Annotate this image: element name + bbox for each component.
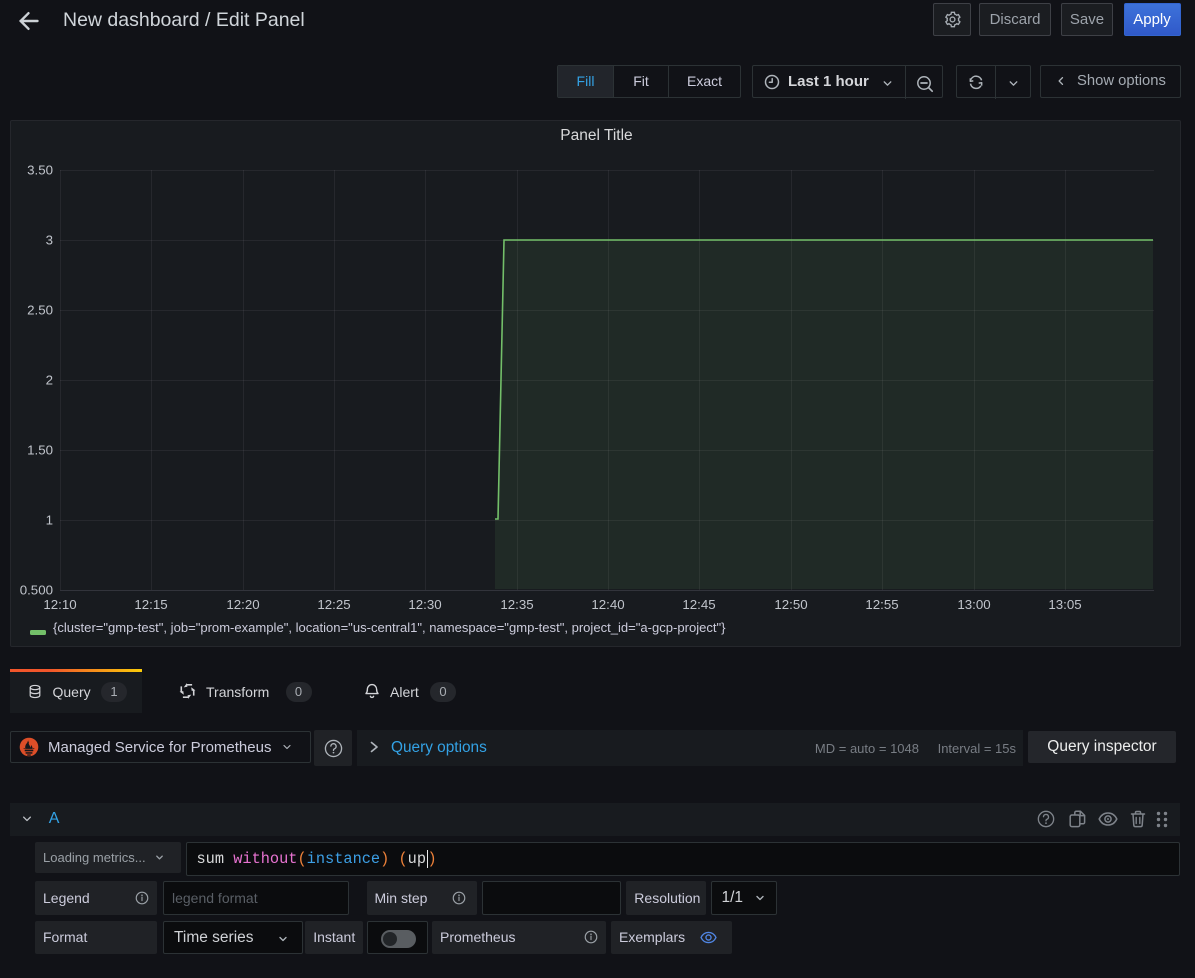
- svg-text:1.50: 1.50: [27, 443, 53, 458]
- svg-text:2.50: 2.50: [27, 303, 53, 318]
- svg-text:13:05: 13:05: [1048, 597, 1081, 612]
- svg-text:13:00: 13:00: [957, 597, 990, 612]
- svg-text:12:55: 12:55: [865, 597, 898, 612]
- svg-text:0.500: 0.500: [20, 583, 53, 598]
- svg-text:12:40: 12:40: [591, 597, 624, 612]
- svg-text:12:35: 12:35: [500, 597, 533, 612]
- svg-text:12:10: 12:10: [43, 597, 76, 612]
- svg-text:12:45: 12:45: [682, 597, 715, 612]
- svg-text:1: 1: [46, 513, 53, 528]
- svg-text:12:50: 12:50: [774, 597, 807, 612]
- svg-text:12:25: 12:25: [317, 597, 350, 612]
- svg-text:2: 2: [46, 373, 53, 388]
- svg-text:12:20: 12:20: [226, 597, 259, 612]
- svg-text:3.50: 3.50: [27, 163, 53, 178]
- svg-text:12:15: 12:15: [134, 597, 167, 612]
- svg-text:3: 3: [46, 233, 53, 248]
- svg-text:12:30: 12:30: [408, 597, 441, 612]
